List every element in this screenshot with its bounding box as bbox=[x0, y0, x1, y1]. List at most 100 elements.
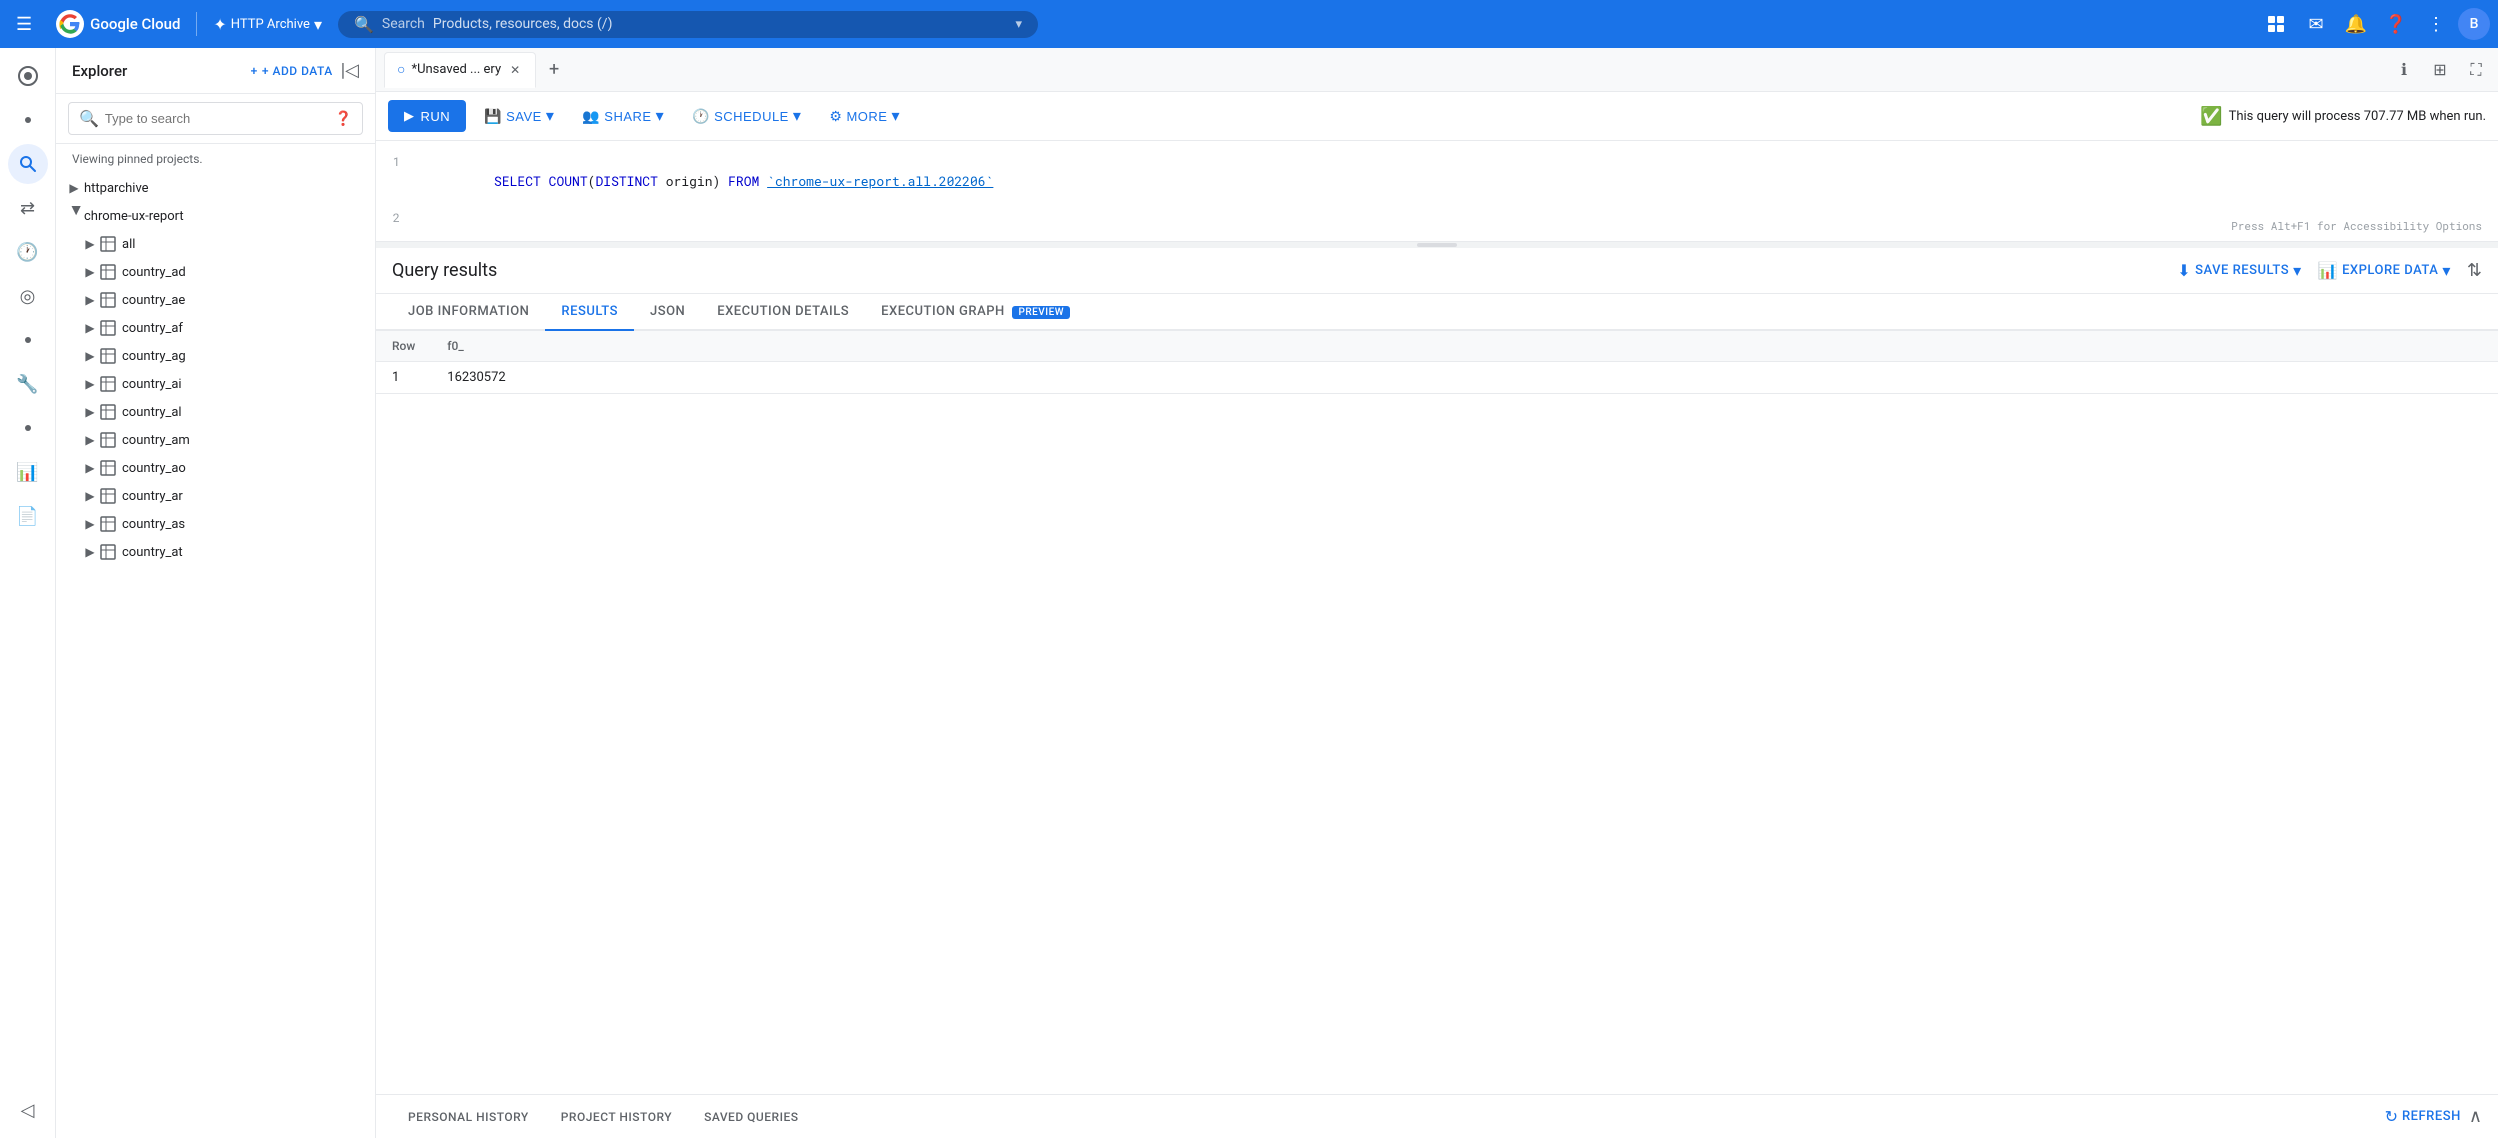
nav-icon-group: ✉ 🔔 ❓ ⋮ B bbox=[2258, 6, 2490, 42]
tree-chevron-country_ad: ▶ bbox=[80, 262, 100, 282]
grid-apps-button[interactable] bbox=[2258, 6, 2294, 42]
tree-more-country_al[interactable]: ⋮ bbox=[351, 403, 367, 422]
run-button[interactable]: ▶ RUN bbox=[388, 100, 466, 132]
rail-icon-collapse[interactable]: ◁ bbox=[8, 1090, 48, 1130]
tree-label-country_at: country_at bbox=[122, 545, 351, 560]
saved-queries-label: SAVED QUERIES bbox=[704, 1110, 798, 1124]
tree-more-country_af[interactable]: ⋮ bbox=[351, 319, 367, 338]
tree-more-country_at[interactable]: ⋮ bbox=[351, 543, 367, 562]
more-button[interactable]: ⚙ MORE ▾ bbox=[819, 100, 910, 132]
collapse-bottom-icon[interactable]: ∧ bbox=[2469, 1106, 2482, 1127]
tab-results[interactable]: RESULTS bbox=[545, 294, 634, 331]
table-body: 1 16230572 bbox=[376, 362, 2498, 394]
tree-more-country_ag[interactable]: ⋮ bbox=[351, 347, 367, 366]
bottom-bar: PERSONAL HISTORY PROJECT HISTORY SAVED Q… bbox=[376, 1094, 2498, 1138]
grid-icon bbox=[2266, 14, 2286, 34]
share-button[interactable]: 👥 SHARE ▾ bbox=[572, 100, 674, 132]
user-avatar[interactable]: B bbox=[2458, 8, 2490, 40]
tree-more-chrome-ux[interactable]: ⋮ bbox=[351, 207, 367, 226]
collapse-panel-button[interactable]: |◁ bbox=[341, 60, 359, 81]
personal-history-tab[interactable]: PERSONAL HISTORY bbox=[392, 1095, 545, 1138]
tree-item-httparchive[interactable]: ▶ httparchive ⋮ bbox=[56, 174, 375, 202]
tab-info-button[interactable]: ℹ bbox=[2390, 56, 2418, 84]
rail-icon-scheduled[interactable]: ◎ bbox=[8, 276, 48, 316]
code-editor[interactable]: 1 SELECT COUNT(DISTINCT origin) FROM `ch… bbox=[376, 141, 2498, 242]
save-results-button[interactable]: ⬇ SAVE RESULTS ▾ bbox=[2177, 261, 2301, 280]
pin-icon[interactable]: 📌 bbox=[332, 208, 349, 224]
schedule-button[interactable]: 🕐 SCHEDULE ▾ bbox=[682, 100, 811, 132]
tree-item-country_as[interactable]: ▶ country_as ⋮ bbox=[72, 510, 375, 538]
tree-item-country_ai[interactable]: ▶ country_ai ⋮ bbox=[72, 370, 375, 398]
code-content-2[interactable] bbox=[416, 210, 2498, 228]
tree-more-country_am[interactable]: ⋮ bbox=[351, 431, 367, 450]
rail-icon-search[interactable] bbox=[8, 144, 48, 184]
tree-item-country_af[interactable]: ▶ country_af ⋮ bbox=[72, 314, 375, 342]
tree-item-all[interactable]: ▶ all ⋮ bbox=[72, 230, 375, 258]
saved-queries-tab[interactable]: SAVED QUERIES bbox=[688, 1095, 814, 1138]
more-label: MORE bbox=[846, 109, 887, 124]
tab-table-view-button[interactable]: ⊞ bbox=[2426, 56, 2454, 84]
tab-job-information[interactable]: JOB INFORMATION bbox=[392, 294, 545, 331]
tree-item-country_ar[interactable]: ▶ country_ar ⋮ bbox=[72, 482, 375, 510]
tree-item-country_ag[interactable]: ▶ country_ag ⋮ bbox=[72, 342, 375, 370]
tree-more-all[interactable]: ⋮ bbox=[351, 235, 367, 254]
more-options-button[interactable]: ⋮ bbox=[2418, 6, 2454, 42]
rail-icon-analytics[interactable] bbox=[8, 56, 48, 96]
tree-more-country_ar[interactable]: ⋮ bbox=[351, 487, 367, 506]
tab-exec-details-label: EXECUTION DETAILS bbox=[717, 304, 849, 319]
explore-data-button[interactable]: 📊 EXPLORE DATA ▾ bbox=[2318, 261, 2451, 280]
notifications-button[interactable]: 🔔 bbox=[2338, 6, 2374, 42]
tree-item-chrome-ux-report[interactable]: ▶ chrome-ux-report 📌 ⋮ bbox=[56, 202, 375, 230]
tree-more-country_ai[interactable]: ⋮ bbox=[351, 375, 367, 394]
tree-item-country_al[interactable]: ▶ country_al ⋮ bbox=[72, 398, 375, 426]
add-data-button[interactable]: + + ADD DATA bbox=[251, 64, 333, 78]
tree-item-country_at[interactable]: ▶ country_at ⋮ bbox=[72, 538, 375, 566]
rail-icon-chart[interactable]: 📊 bbox=[8, 452, 48, 492]
rail-icon-document[interactable]: 📄 bbox=[8, 496, 48, 536]
save-button[interactable]: 💾 SAVE ▾ bbox=[474, 100, 564, 132]
query-tab-unsaved[interactable]: ○ *Unsaved ... ery ✕ bbox=[384, 52, 536, 88]
project-selector[interactable]: ✦ HTTP Archive ▾ bbox=[205, 11, 330, 38]
rail-dot-1 bbox=[8, 100, 48, 140]
resize-dots bbox=[1417, 243, 1457, 247]
global-search[interactable]: 🔍 Search Products, resources, docs (/) ▾ bbox=[338, 11, 1038, 38]
email-button[interactable]: ✉ bbox=[2298, 6, 2334, 42]
hamburger-menu[interactable]: ☰ bbox=[8, 6, 40, 43]
tree-more-country_ad[interactable]: ⋮ bbox=[351, 263, 367, 282]
rail-icon-wrench[interactable]: 🔧 bbox=[8, 364, 48, 404]
help-button[interactable]: ❓ bbox=[2378, 6, 2414, 42]
explorer-search-box[interactable]: 🔍 ❓ bbox=[68, 102, 363, 135]
rail-icon-transfer[interactable]: ⇄ bbox=[8, 188, 48, 228]
tab-json[interactable]: JSON bbox=[634, 294, 701, 331]
expand-results-icon[interactable]: ⇅ bbox=[2467, 260, 2482, 281]
tree-item-country_ae[interactable]: ▶ country_ae ⋮ bbox=[72, 286, 375, 314]
table-icon-country_am bbox=[100, 432, 116, 448]
accessibility-hint: Press Alt+F1 for Accessibility Options bbox=[2231, 218, 2482, 233]
line-num-1: 1 bbox=[376, 154, 416, 170]
search-help-icon[interactable]: ❓ bbox=[335, 111, 352, 127]
search-input[interactable]: Products, resources, docs (/) bbox=[433, 16, 1008, 32]
refresh-button[interactable]: ↻ REFRESH bbox=[2385, 1107, 2461, 1126]
tree-more-country_ae[interactable]: ⋮ bbox=[351, 291, 367, 310]
search-box-input[interactable] bbox=[105, 111, 329, 126]
tab-close-button[interactable]: ✕ bbox=[507, 62, 523, 78]
table-icon-country_af bbox=[100, 320, 116, 336]
tree-item-country_am[interactable]: ▶ country_am ⋮ bbox=[72, 426, 375, 454]
tab-execution-graph[interactable]: EXECUTION GRAPH PREVIEW bbox=[865, 294, 1086, 331]
tab-execution-details[interactable]: EXECUTION DETAILS bbox=[701, 294, 865, 331]
code-content-1[interactable]: SELECT COUNT(DISTINCT origin) FROM `chro… bbox=[416, 154, 2498, 208]
tab-query-icon: ○ bbox=[397, 61, 405, 78]
table-icon-country_as bbox=[100, 516, 116, 532]
project-history-tab[interactable]: PROJECT HISTORY bbox=[545, 1095, 688, 1138]
share-label: SHARE bbox=[604, 109, 651, 124]
tree-more-country_as[interactable]: ⋮ bbox=[351, 515, 367, 534]
tree-more-httparchive[interactable]: ⋮ bbox=[351, 179, 367, 198]
tab-fullscreen-button[interactable]: ⛶ bbox=[2462, 56, 2490, 84]
rail-icon-history[interactable]: 🕐 bbox=[8, 232, 48, 272]
tree-item-country_ao[interactable]: ▶ country_ao ⋮ bbox=[72, 454, 375, 482]
tree-more-country_ao[interactable]: ⋮ bbox=[351, 459, 367, 478]
tree-item-country_ad[interactable]: ▶ country_ad ⋮ bbox=[72, 258, 375, 286]
google-cloud-logo[interactable]: Google Cloud bbox=[48, 10, 188, 38]
add-tab-button[interactable]: + bbox=[540, 56, 568, 84]
explore-data-label: EXPLORE DATA bbox=[2342, 263, 2438, 278]
